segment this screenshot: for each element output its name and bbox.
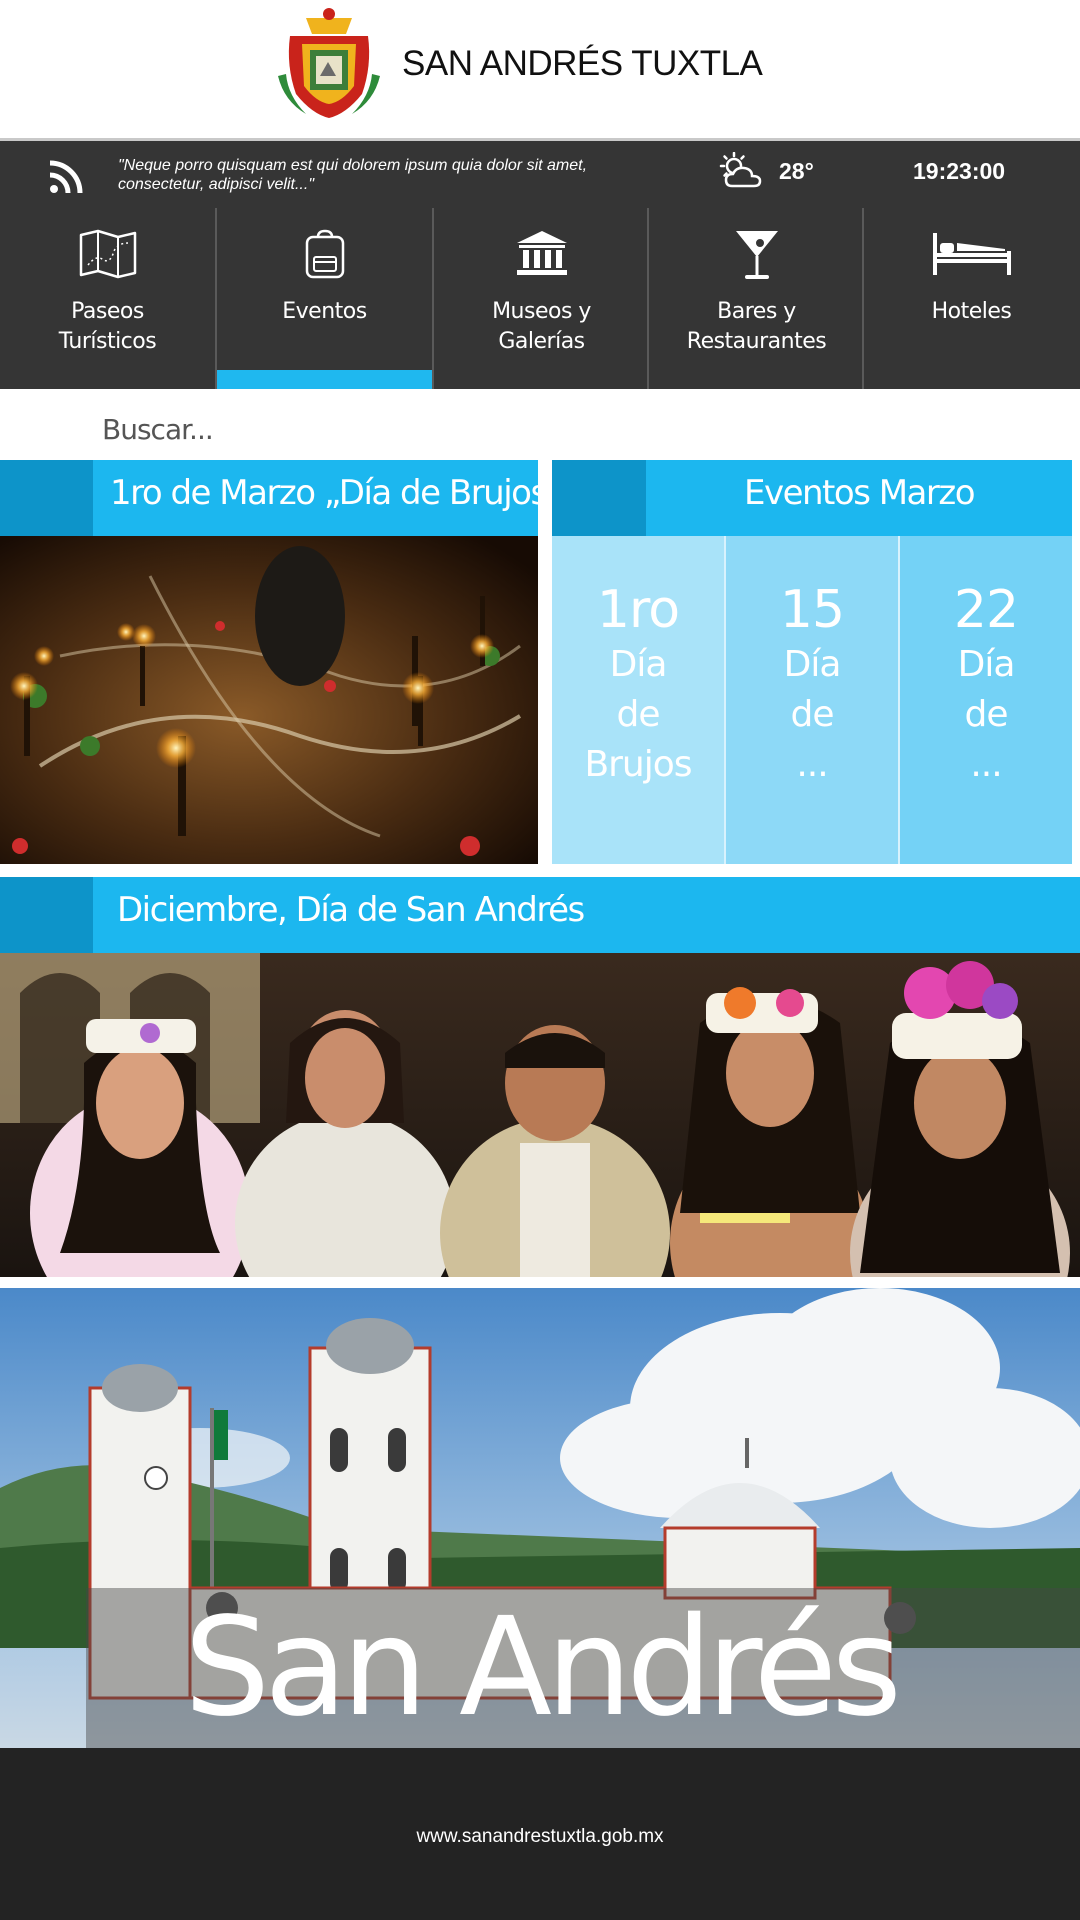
news-ticker: "Neque porro quisquam est qui dolorem ip…	[118, 157, 588, 193]
event-date-label: ...	[970, 744, 1002, 785]
event-date-label: de	[964, 694, 1009, 735]
temperature: 28°	[779, 158, 814, 184]
event-date-card[interactable]: 22 Día de ...	[900, 536, 1072, 864]
nav-item-paseos[interactable]: Paseos Turísticos	[0, 205, 215, 389]
event-date-number: 22	[953, 580, 1019, 640]
nav-label: Hoteles	[931, 299, 1012, 324]
event-date-label: Día	[783, 644, 842, 685]
month-events-title[interactable]: Eventos Marzo	[646, 473, 1072, 513]
search-input[interactable]	[100, 404, 704, 454]
rss-icon[interactable]	[48, 159, 84, 195]
nav-label: Eventos	[282, 299, 367, 324]
map-icon	[79, 229, 136, 279]
nav-item-hoteles[interactable]: Hoteles	[864, 205, 1079, 389]
event-date-card[interactable]: 15 Día de ...	[726, 536, 898, 864]
event-date-label: Brujos	[584, 744, 692, 785]
event-date-label: ...	[796, 744, 828, 785]
footer-url-link[interactable]: www.sanandrestuxtla.gob.mx	[0, 1826, 1080, 1848]
header-accent-square	[0, 460, 93, 536]
clock: 19:23:00	[913, 158, 1006, 184]
december-event-image[interactable]	[0, 953, 1080, 1277]
museum-icon	[516, 231, 567, 275]
partly-cloudy-icon	[719, 152, 762, 188]
nav-item-eventos[interactable]: Eventos	[217, 205, 432, 389]
nav-label: Turísticos	[58, 329, 157, 354]
backpack-icon	[305, 229, 344, 279]
cocktail-icon	[735, 231, 778, 279]
nav-item-bares[interactable]: Bares y Restaurantes	[649, 205, 864, 389]
event-date-number: 1ro	[596, 580, 680, 640]
header-accent-square	[552, 460, 646, 536]
nav-label: Museos y	[492, 299, 591, 324]
nav-item-museos[interactable]: Museos y Galerías	[434, 205, 649, 389]
header-accent-square	[0, 877, 93, 953]
nav-label: Galerías	[498, 329, 585, 354]
coat-of-arms-icon	[278, 8, 380, 118]
active-tab-indicator	[217, 370, 432, 389]
nav-label: Paseos	[71, 299, 144, 324]
featured-event-image[interactable]	[0, 536, 538, 864]
nav-label: Restaurantes	[686, 329, 827, 354]
event-date-label: Día	[609, 644, 668, 685]
event-date-label: de	[790, 694, 835, 735]
event-date-card[interactable]: 1ro Día de Brujos	[552, 536, 724, 864]
bed-icon	[932, 233, 1011, 275]
event-date-label: de	[616, 694, 661, 735]
site-title: SAN ANDRÉS TUXTLA	[402, 44, 763, 83]
event-date-label: Día	[957, 644, 1016, 685]
nav-label: Bares y	[717, 299, 796, 324]
featured-event-title[interactable]: 1ro de Marzo „Día de Brujos”	[110, 473, 564, 513]
event-date-number: 15	[779, 580, 845, 640]
december-event-title[interactable]: Diciembre, Día de San Andrés	[117, 890, 585, 930]
